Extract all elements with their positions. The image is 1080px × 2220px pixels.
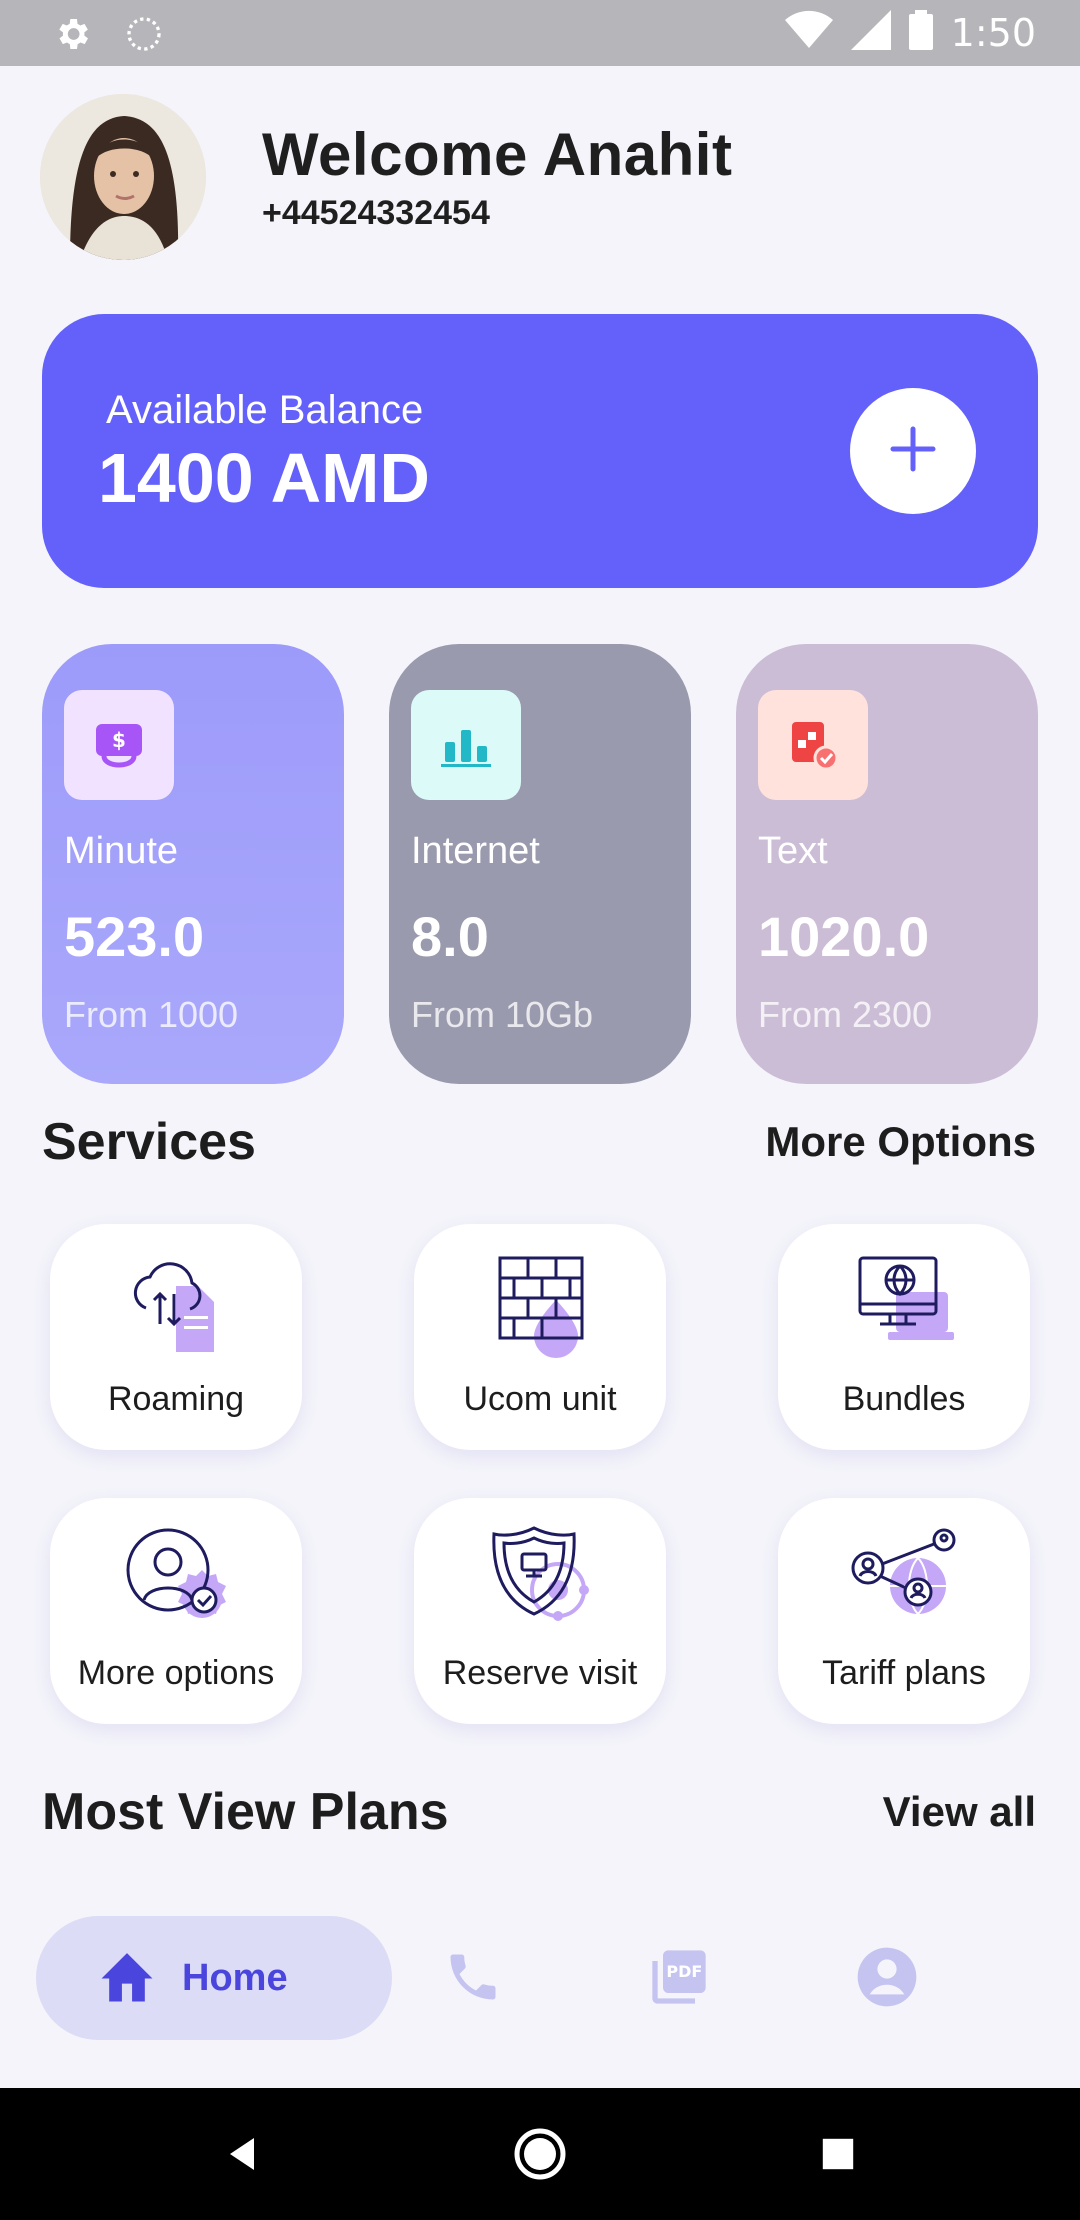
- pdf-icon: PDF: [647, 1945, 711, 2014]
- phone-number: +44524332454: [262, 194, 490, 232]
- svg-text:$: $: [112, 728, 126, 752]
- nav-home-label: Home: [182, 1956, 288, 1999]
- user-gear-icon: [116, 1518, 236, 1638]
- service-roaming[interactable]: Roaming: [50, 1224, 302, 1450]
- usage-from: From 10Gb: [411, 994, 594, 1035]
- usage-name: Minute: [64, 830, 179, 872]
- add-balance-button[interactable]: [850, 388, 976, 514]
- profile-header: Welcome Anahit +44524332454: [40, 94, 1040, 260]
- plus-icon: [889, 425, 937, 478]
- status-bar: 1:50: [0, 0, 1080, 66]
- document-check-icon: [758, 690, 868, 800]
- nav-home[interactable]: Home: [36, 1916, 392, 2040]
- balance-card: Available Balance 1400 AMD: [42, 314, 1038, 588]
- usage-value: 8.0: [411, 905, 489, 968]
- home-icon: [96, 1948, 158, 2009]
- balance-value: 1400 AMD: [98, 439, 430, 517]
- phone-icon: [443, 1947, 503, 2012]
- usage-name: Text: [758, 830, 828, 872]
- service-more-options[interactable]: More options: [50, 1498, 302, 1724]
- view-all-link[interactable]: View all: [883, 1788, 1036, 1836]
- gear-icon: [52, 14, 92, 59]
- services-title: Services: [42, 1113, 256, 1171]
- service-tariff-plans[interactable]: Tariff plans: [778, 1498, 1030, 1724]
- usage-card-minute[interactable]: $ Minute 523.0 From 1000: [42, 644, 344, 1084]
- usage-value: 523.0: [64, 905, 205, 968]
- balance-label: Available Balance: [106, 388, 424, 432]
- status-time: 1:50: [950, 10, 1036, 55]
- usage-card-text[interactable]: Text 1020.0 From 2300: [736, 644, 1038, 1084]
- service-label: More options: [77, 1654, 275, 1692]
- signal-icon: [850, 10, 891, 55]
- wifi-icon: [784, 10, 833, 55]
- welcome-title: Welcome Anahit: [262, 121, 733, 188]
- bar-chart-icon: [411, 690, 521, 800]
- service-label: Tariff plans: [822, 1654, 986, 1692]
- profile-icon: [855, 1945, 919, 2014]
- usage-from: From 1000: [64, 994, 239, 1035]
- service-label: Reserve visit: [442, 1654, 638, 1692]
- avatar[interactable]: [40, 94, 206, 260]
- usage-cards: $ Minute 523.0 From 1000 Internet 8.0 Fr…: [42, 644, 1038, 1084]
- recents-icon[interactable]: [808, 2124, 868, 2184]
- service-label: Ucom unit: [463, 1380, 617, 1418]
- nav-calls[interactable]: [440, 1946, 506, 2012]
- usage-value: 1020.0: [758, 905, 930, 968]
- service-reserve-visit[interactable]: Reserve visit: [414, 1498, 666, 1724]
- usage-from: From 2300: [758, 994, 933, 1035]
- nav-profile[interactable]: [854, 1946, 920, 2012]
- circle-spinner-icon: [124, 14, 164, 59]
- computer-globe-icon: [844, 1244, 964, 1364]
- home-circle-icon[interactable]: [510, 2124, 570, 2184]
- service-bundles[interactable]: Bundles: [778, 1224, 1030, 1450]
- dollar-bag-icon: $: [64, 690, 174, 800]
- svg-text:PDF: PDF: [666, 1962, 702, 1981]
- usage-name: Internet: [411, 830, 540, 872]
- service-ucom-unit[interactable]: Ucom unit: [414, 1224, 666, 1450]
- battery-icon: [908, 10, 933, 55]
- system-navigation-bar: [0, 2088, 1080, 2220]
- more-options-link[interactable]: More Options: [765, 1118, 1036, 1166]
- bottom-navigation: Home PDF: [0, 1880, 1080, 2086]
- network-users-icon: [844, 1518, 964, 1638]
- service-label: Bundles: [842, 1380, 966, 1418]
- shield-monitor-icon: [480, 1518, 600, 1638]
- plans-title: Most View Plans: [42, 1783, 449, 1841]
- nav-documents[interactable]: PDF: [646, 1946, 712, 2012]
- service-label: Roaming: [107, 1380, 245, 1418]
- brick-drop-icon: [480, 1244, 600, 1364]
- usage-card-internet[interactable]: Internet 8.0 From 10Gb: [389, 644, 691, 1084]
- cloud-transfer-icon: [116, 1244, 236, 1364]
- back-icon[interactable]: [212, 2124, 272, 2184]
